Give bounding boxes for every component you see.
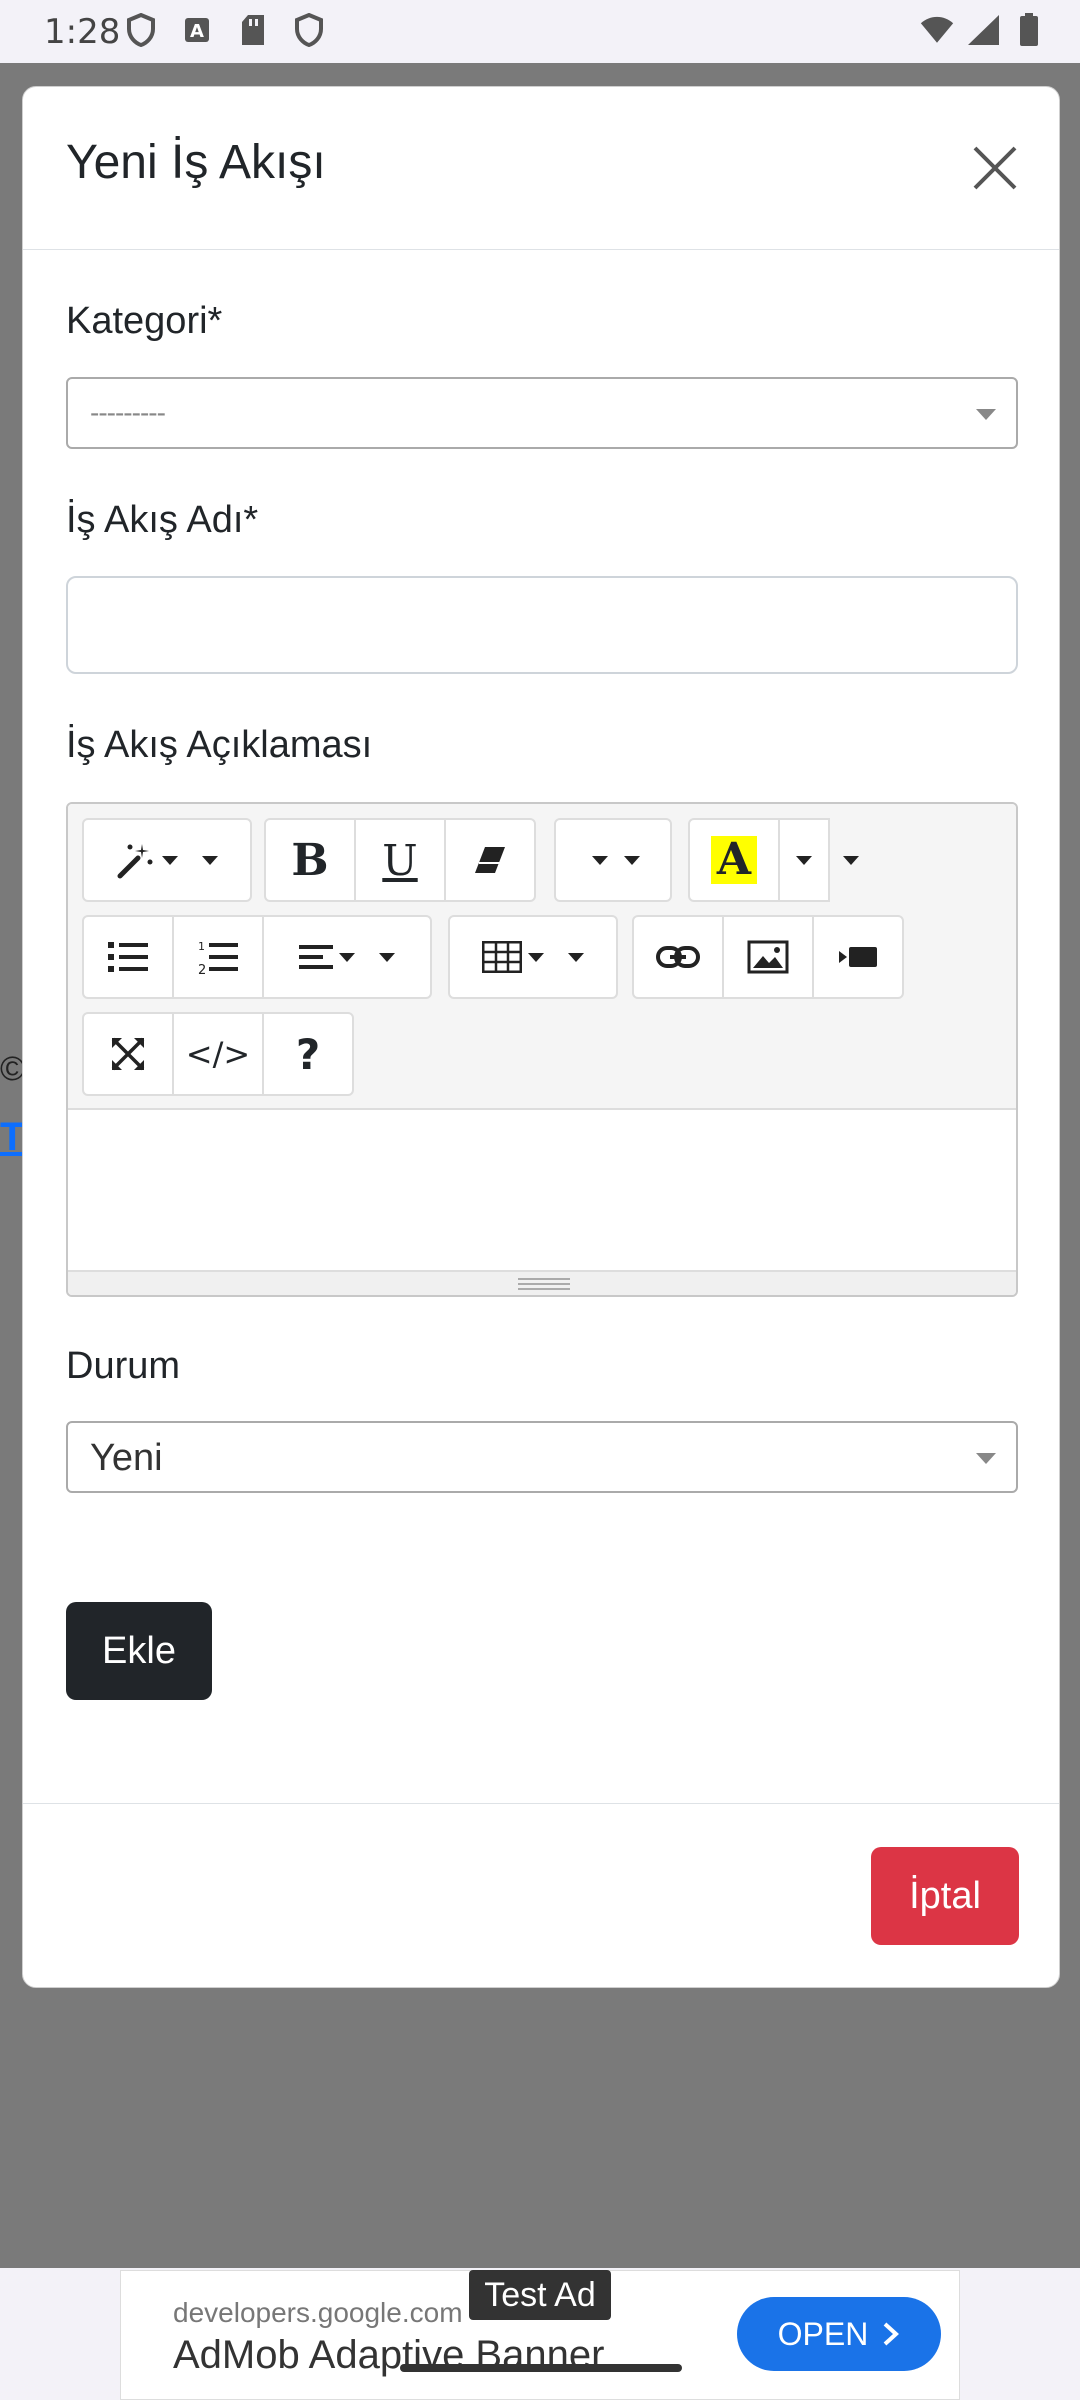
unordered-list-icon xyxy=(108,942,148,972)
chevron-right-icon xyxy=(883,2322,900,2346)
link-button[interactable] xyxy=(632,915,724,999)
close-button[interactable] xyxy=(969,142,1021,194)
test-ad-label: Test Ad xyxy=(484,2275,596,2314)
chevron-down-icon xyxy=(976,1453,996,1464)
font-size-button[interactable] xyxy=(554,818,672,902)
picture-button[interactable] xyxy=(722,915,814,999)
color-extra-caret[interactable] xyxy=(834,818,868,902)
align-button[interactable] xyxy=(262,915,432,999)
navigation-handle[interactable] xyxy=(400,2364,682,2372)
modal-footer: İptal xyxy=(23,1803,1059,1989)
category-select[interactable]: --------- xyxy=(66,377,1018,449)
rich-text-editor: B U A 12 </> ? xyxy=(66,802,1018,1297)
style-button[interactable] xyxy=(82,818,252,902)
editor-resize-bar[interactable] xyxy=(68,1270,1016,1295)
ordered-list-icon: 12 xyxy=(198,940,238,975)
status-label: Durum xyxy=(66,1345,181,1387)
help-button[interactable]: ? xyxy=(262,1012,354,1096)
font-style-group: B U xyxy=(264,818,536,902)
table-button[interactable] xyxy=(448,915,618,999)
modal-header: Yeni İş Akışı xyxy=(23,87,1059,250)
style-group xyxy=(82,818,252,902)
shield-icon xyxy=(292,12,326,48)
table-icon xyxy=(482,941,522,973)
align-icon xyxy=(299,945,333,969)
eraser-icon xyxy=(475,847,505,873)
ordered-list-button[interactable]: 12 xyxy=(172,915,264,999)
insert-group xyxy=(632,915,904,999)
bold-button[interactable]: B xyxy=(264,818,356,902)
fullscreen-icon xyxy=(111,1037,145,1071)
table-group xyxy=(448,915,618,999)
ad-open-button[interactable]: OPEN xyxy=(737,2297,941,2371)
test-ad-badge: Test Ad xyxy=(469,2270,611,2320)
shield-icon xyxy=(124,12,158,48)
category-label: Kategori* xyxy=(66,300,223,342)
magic-wand-icon xyxy=(117,844,153,879)
svg-text:2: 2 xyxy=(198,963,206,975)
battery-icon xyxy=(1012,12,1046,48)
status-select-value: Yeni xyxy=(90,1437,163,1479)
category-select-value: --------- xyxy=(90,397,166,428)
video-icon xyxy=(839,947,877,967)
bold-icon: B xyxy=(291,834,329,886)
code-view-icon: </> xyxy=(185,1035,251,1073)
status-icons-right xyxy=(920,12,1046,48)
editor-toolbar: B U A 12 </> ? xyxy=(68,804,1016,1110)
text-a-icon: A xyxy=(180,12,214,48)
status-icons-left: A xyxy=(124,12,326,48)
clear-format-button[interactable] xyxy=(444,818,536,902)
svg-text:A: A xyxy=(190,21,204,42)
resize-grip-icon[interactable] xyxy=(518,1278,570,1290)
font-size-icon xyxy=(592,855,608,865)
workflow-description-label: İş Akış Açıklaması xyxy=(66,724,373,766)
color-group: A xyxy=(688,818,868,902)
new-workflow-modal: Yeni İş Akışı Kategori* --------- İş Akı… xyxy=(22,86,1060,1988)
workflow-name-input[interactable] xyxy=(66,576,1018,674)
wifi-icon xyxy=(920,12,954,48)
text-color-icon: A xyxy=(710,836,758,884)
code-view-button[interactable]: </> xyxy=(172,1012,264,1096)
paragraph-group: 12 xyxy=(82,915,432,999)
status-bar: 1:28 A xyxy=(0,0,1080,63)
underline-icon: U xyxy=(382,835,418,885)
add-button[interactable]: Ekle xyxy=(66,1602,212,1700)
link-icon xyxy=(656,946,700,968)
text-color-button[interactable]: A xyxy=(688,818,780,902)
editor-content-area[interactable] xyxy=(68,1110,1016,1268)
close-icon xyxy=(973,146,1017,190)
help-icon: ? xyxy=(295,1029,321,1079)
modal-title: Yeni İş Akışı xyxy=(66,136,326,189)
underline-button[interactable]: U xyxy=(354,818,446,902)
status-time: 1:28 xyxy=(44,12,121,52)
chevron-down-icon xyxy=(843,855,859,865)
status-select[interactable]: Yeni xyxy=(66,1421,1018,1493)
picture-icon xyxy=(747,940,789,974)
chevron-down-icon xyxy=(796,855,812,865)
chevron-down-icon xyxy=(976,409,996,420)
ad-domain: developers.google.com xyxy=(173,2297,463,2328)
fullscreen-button[interactable] xyxy=(82,1012,174,1096)
workflow-name-label: İş Akış Adı* xyxy=(66,499,259,541)
cancel-button[interactable]: İptal xyxy=(871,1847,1019,1945)
svg-text:1: 1 xyxy=(198,940,205,953)
font-size-group xyxy=(554,818,672,902)
text-color-dropdown[interactable] xyxy=(778,818,830,902)
view-group: </> ? xyxy=(82,1012,354,1096)
background-link[interactable]: T xyxy=(0,1115,22,1163)
signal-icon xyxy=(966,12,1000,48)
sd-card-icon xyxy=(236,12,270,48)
unordered-list-button[interactable] xyxy=(82,915,174,999)
ad-open-label: OPEN xyxy=(777,2315,869,2352)
video-button[interactable] xyxy=(812,915,904,999)
